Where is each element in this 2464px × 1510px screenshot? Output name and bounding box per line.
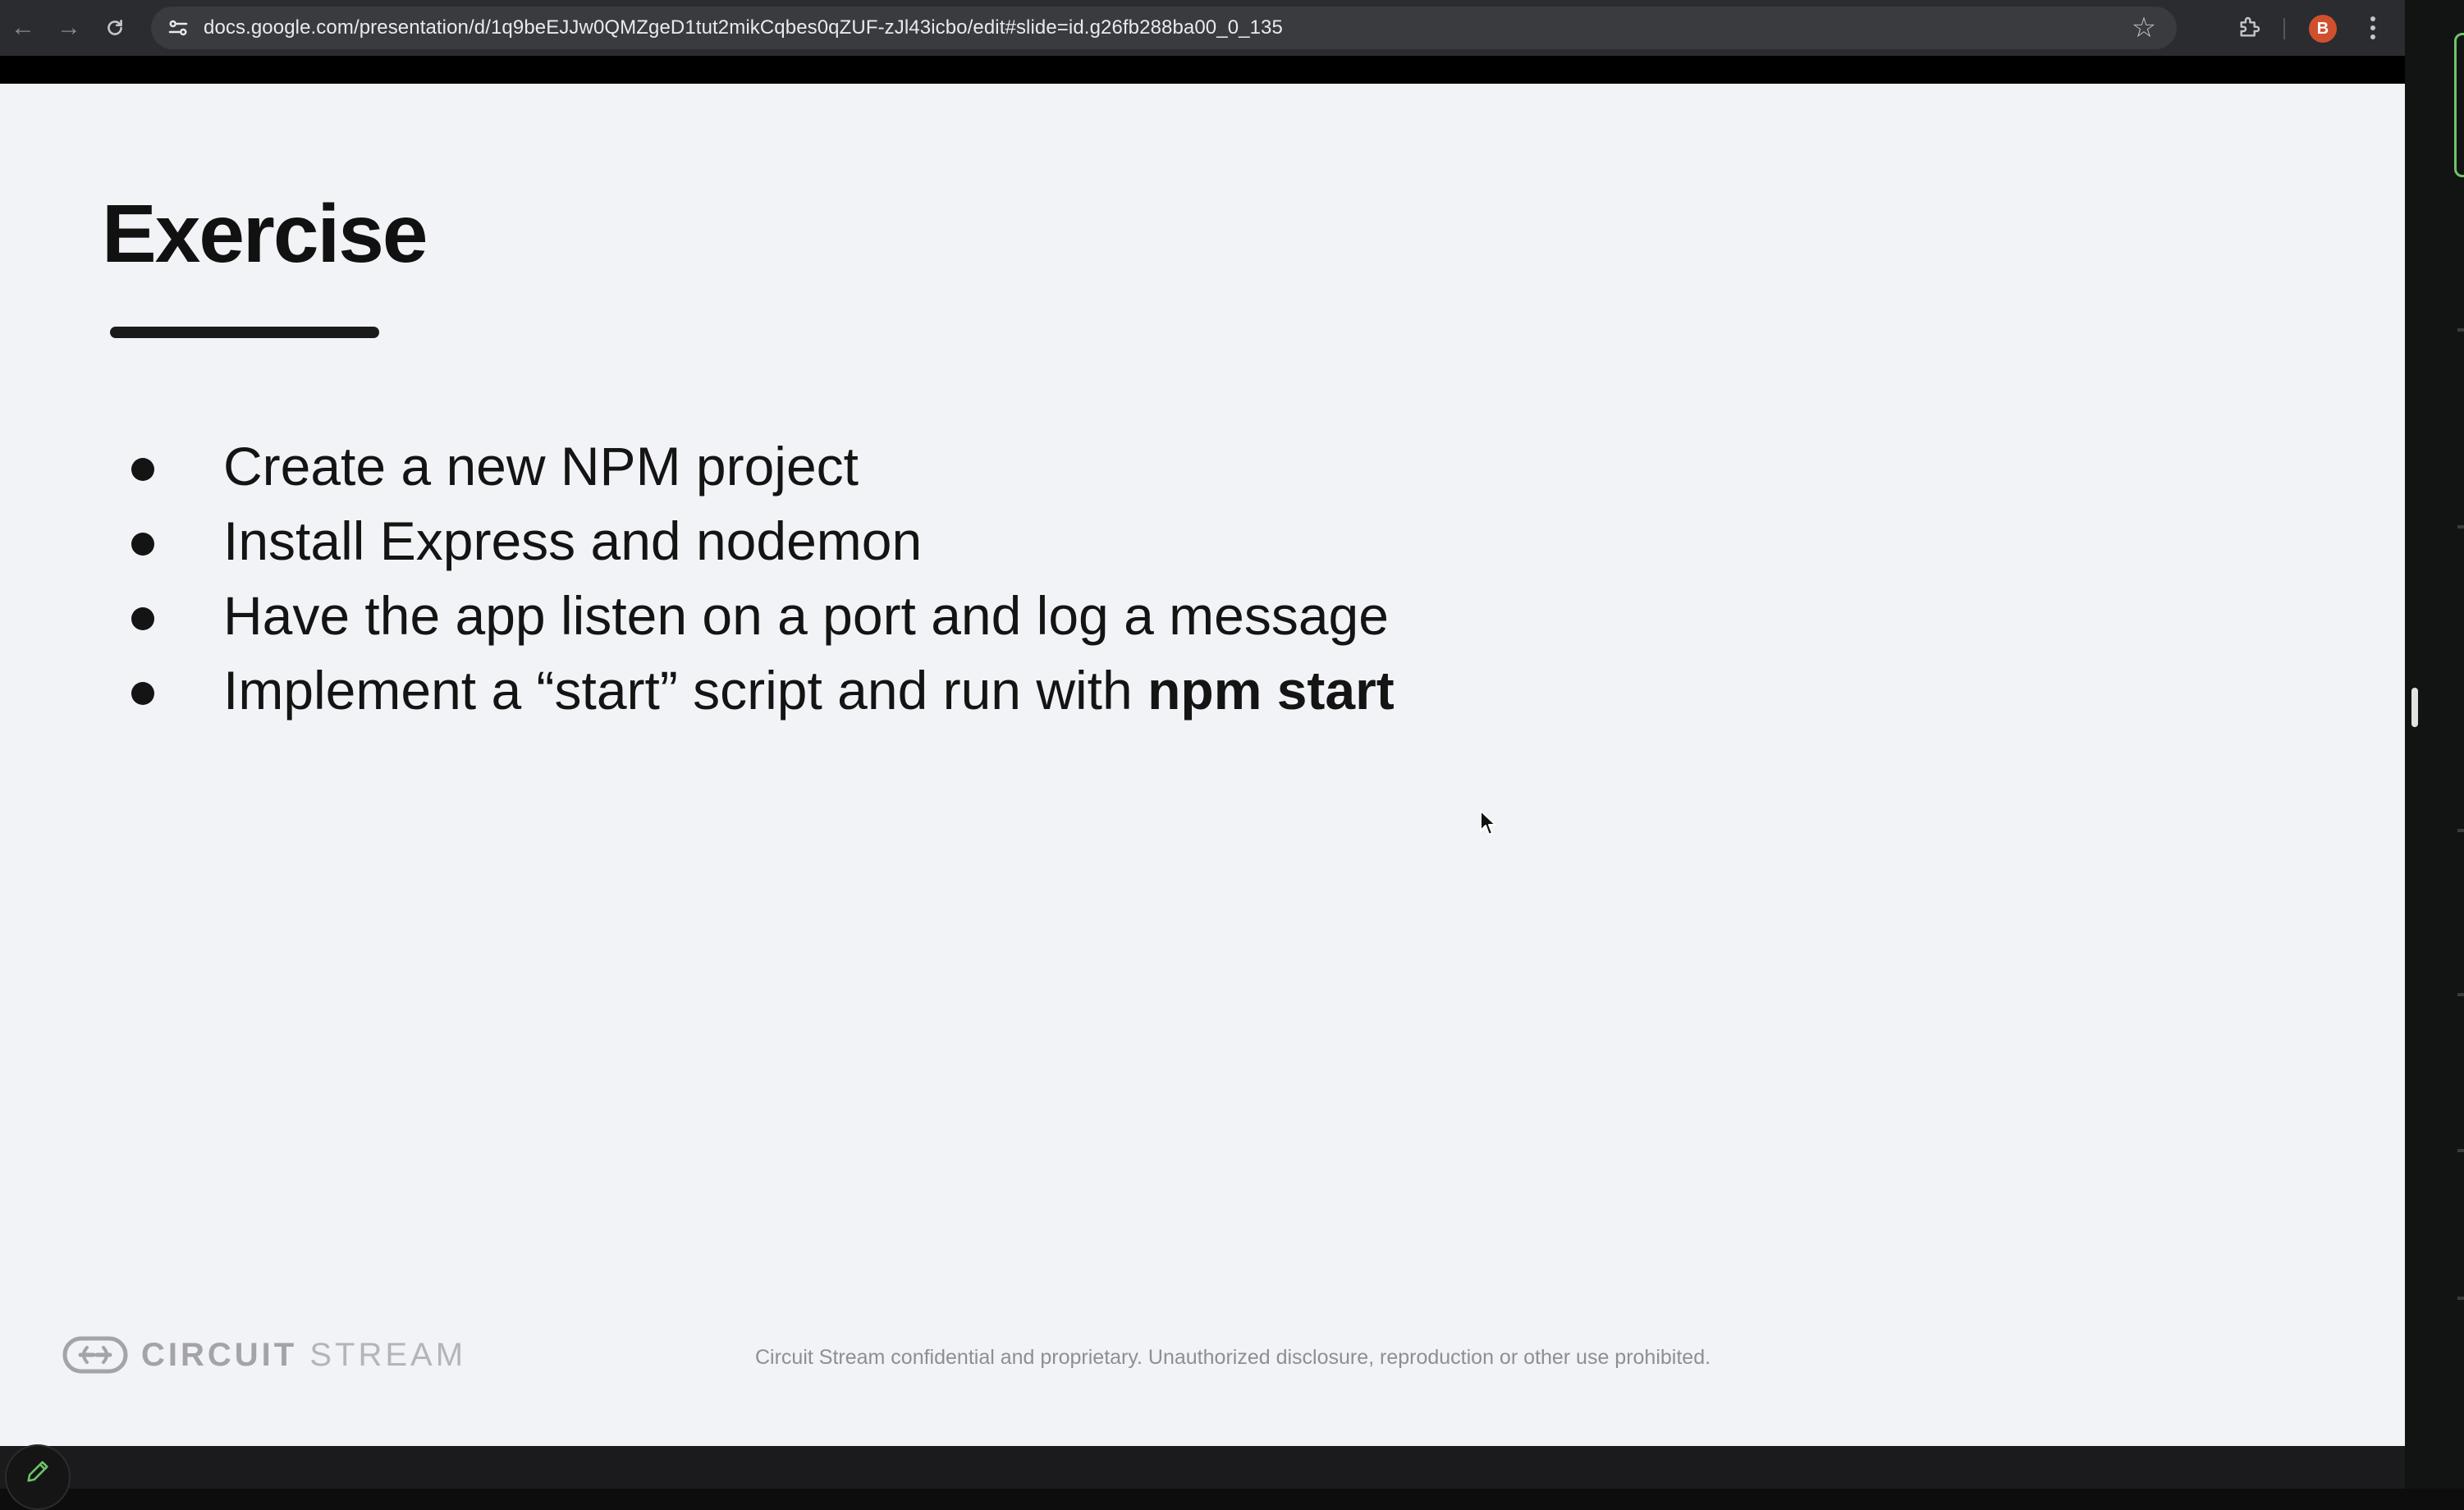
back-icon[interactable]: ←: [0, 0, 46, 56]
bullet-dot: [131, 458, 154, 481]
bullet-text: Implement a “start” script and run with: [223, 659, 1148, 721]
mouse-cursor-icon: [1480, 810, 1496, 835]
menu-icon[interactable]: [2361, 10, 2385, 46]
bullet-text: Create a new NPM project: [223, 435, 859, 496]
edge-tick: [2457, 1149, 2464, 1152]
bullet-dot: [131, 682, 154, 705]
bullet-dot: [131, 533, 154, 556]
bullet-text: Install Express and nodemon: [223, 510, 923, 571]
profile-avatar[interactable]: B: [2309, 15, 2337, 43]
star-icon[interactable]: ☆: [2126, 7, 2162, 49]
confidentiality-footer: Circuit Stream confidential and propriet…: [755, 1346, 1711, 1369]
circuit-stream-logo-icon: [62, 1336, 128, 1374]
annotate-pen-button[interactable]: [5, 1444, 71, 1510]
toolbar-separator: [2283, 18, 2285, 39]
viewer-top-band: [0, 56, 2405, 84]
forward-icon[interactable]: →: [46, 0, 92, 56]
bullet-bold-text: npm start: [1147, 659, 1395, 721]
bullet-item: Install Express and nodemon: [131, 503, 1395, 578]
bullet-item: Implement a “start” script and run with …: [131, 652, 1395, 727]
site-info-icon[interactable]: [156, 7, 200, 49]
browser-toolbar: ← → docs.google.com/presentation/d/1q9be…: [0, 0, 2405, 56]
extensions-icon[interactable]: [2229, 8, 2269, 48]
edge-tick: [2457, 1297, 2464, 1300]
slide-canvas: Exercise Create a new NPM project Instal…: [0, 84, 2405, 1446]
reload-icon[interactable]: [92, 0, 138, 56]
edge-tick: [2457, 829, 2464, 832]
brand-logo: CIRCUIT STREAM: [62, 1336, 466, 1374]
edge-tick: [2457, 328, 2464, 332]
slide-title: Exercise: [102, 188, 428, 280]
bottom-bar: [0, 1446, 2405, 1489]
brand-word-circuit: CIRCUIT: [141, 1336, 298, 1373]
bullet-item: Create a new NPM project: [131, 428, 1395, 503]
edge-tick: [2457, 993, 2464, 996]
brand-word-stream: STREAM: [309, 1336, 467, 1373]
scrollbar-handle[interactable]: [2411, 688, 2418, 727]
edge-tick: [2457, 525, 2464, 528]
window-frame-highlight: [2454, 33, 2464, 177]
brand-name: CIRCUIT STREAM: [141, 1337, 466, 1374]
bullet-dot: [131, 607, 154, 630]
bullet-list: Create a new NPM project Install Express…: [131, 428, 1395, 727]
url-text[interactable]: docs.google.com/presentation/d/1q9beEJJw…: [204, 16, 1283, 39]
bullet-item: Have the app listen on a port and log a …: [131, 578, 1395, 652]
address-bar[interactable]: docs.google.com/presentation/d/1q9beEJJw…: [151, 7, 2177, 49]
title-underline: [110, 327, 379, 338]
side-panel-edge: [2405, 0, 2464, 1489]
pencil-icon: [27, 1461, 48, 1482]
bullet-text: Have the app listen on a port and log a …: [223, 584, 1389, 646]
